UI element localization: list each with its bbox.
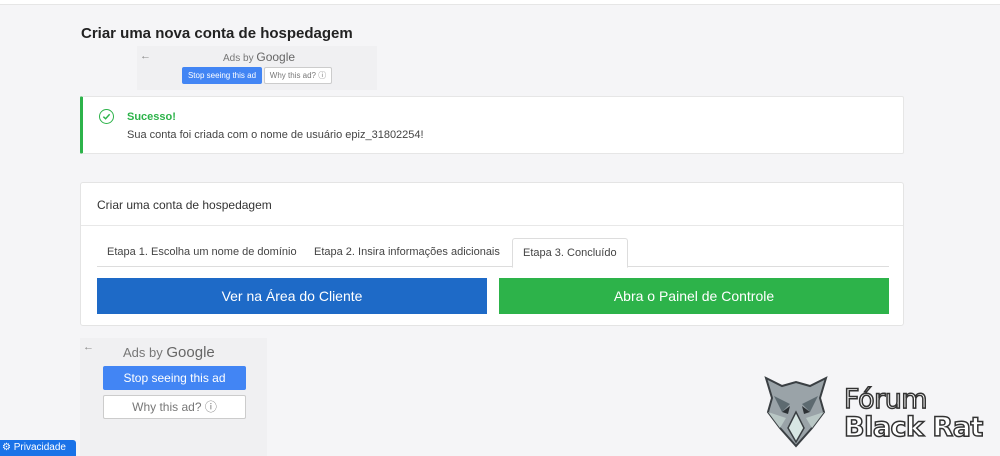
rat-head-icon xyxy=(764,376,828,448)
control-panel-button[interactable]: Abra o Painel de Controle xyxy=(499,278,889,314)
ad-banner-top: ← Ads by Google Stop seeing this ad Why … xyxy=(137,46,377,90)
top-bar xyxy=(0,0,1000,5)
client-area-button[interactable]: Ver na Área do Cliente xyxy=(97,278,487,314)
logo-text-line2: Black Rat xyxy=(843,411,984,444)
hosting-account-card: Criar uma conta de hospedagem Etapa 1. E… xyxy=(80,182,904,326)
why-this-ad-button[interactable]: Why this ad? ⓘ xyxy=(103,395,246,419)
stop-seeing-ad-button[interactable]: Stop seeing this ad xyxy=(182,67,262,84)
success-alert: Sucesso! Sua conta foi criada com o nome… xyxy=(80,96,904,154)
arrow-left-icon[interactable]: ← xyxy=(140,50,151,62)
stop-seeing-ad-button[interactable]: Stop seeing this ad xyxy=(103,366,246,390)
ads-by-google-label: Ads by Google xyxy=(223,50,296,64)
tab-step-2[interactable]: Etapa 2. Insira informações adicionais xyxy=(304,238,510,267)
logo-text-line1: Fórum xyxy=(843,383,928,416)
check-circle-icon xyxy=(99,109,114,124)
tab-step-1[interactable]: Etapa 1. Escolha um nome de domínio xyxy=(97,238,307,267)
tab-step-3[interactable]: Etapa 3. Concluído xyxy=(512,238,628,268)
page-title: Criar uma nova conta de hospedagem xyxy=(81,25,353,42)
card-title: Criar uma conta de hospedagem xyxy=(97,198,272,212)
alert-message: Sua conta foi criada com o nome de usuár… xyxy=(127,129,424,141)
card-header: Criar uma conta de hospedagem xyxy=(81,183,903,226)
ads-by-google-label: Ads by Google xyxy=(123,344,215,361)
steps-tabs: Etapa 1. Escolha um nome de domínio Etap… xyxy=(97,238,889,268)
arrow-left-icon[interactable]: ← xyxy=(83,341,94,353)
forum-black-rat-logo: Fórum Black Rat xyxy=(760,372,992,448)
why-this-ad-button[interactable]: Why this ad? ⓘ xyxy=(264,67,332,84)
ad-banner-bottom: ← Ads by Google Stop seeing this ad Why … xyxy=(80,338,267,456)
privacy-button[interactable]: ⚙ Privacidade xyxy=(0,440,76,456)
alert-title: Sucesso! xyxy=(127,111,176,123)
